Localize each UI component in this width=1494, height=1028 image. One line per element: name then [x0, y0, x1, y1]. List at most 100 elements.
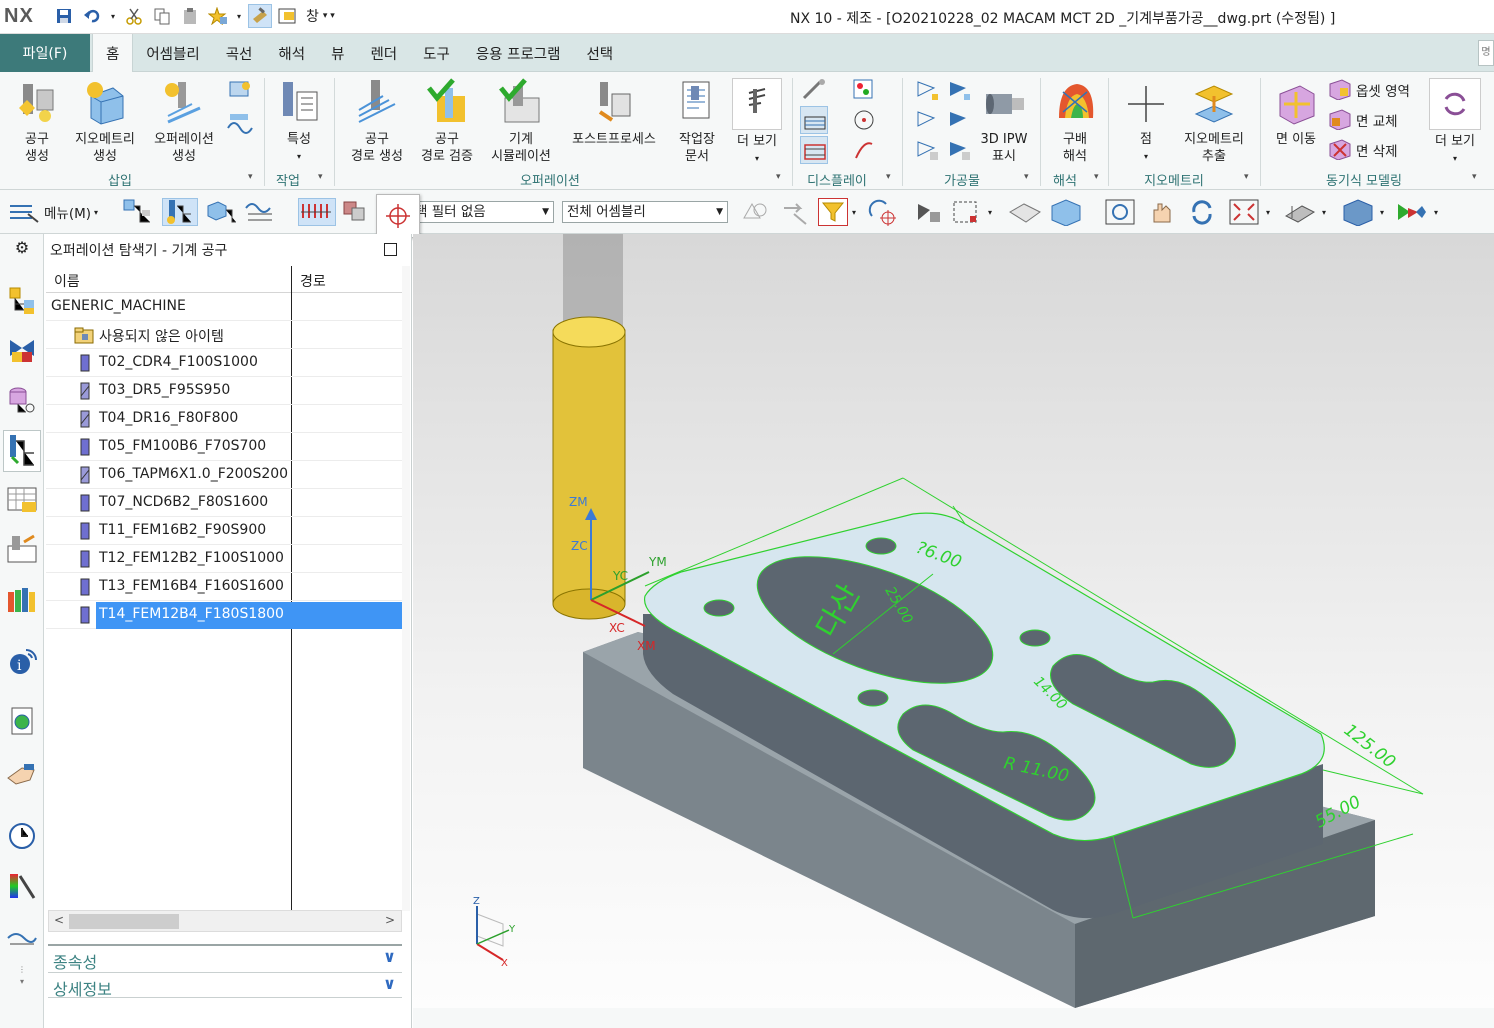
vertical-scrollbar[interactable] — [402, 266, 410, 911]
verify-toolpath-button[interactable]: 공구 경로 검증 — [414, 78, 480, 165]
touch-mode-icon[interactable] — [248, 4, 272, 28]
dependencies-panel[interactable]: 종속성 ∨ — [48, 944, 402, 972]
save-icon[interactable] — [52, 4, 76, 28]
horizontal-scrollbar[interactable]: < > — [48, 910, 402, 932]
column-name-header[interactable]: 이름 — [54, 271, 80, 291]
information-icon[interactable]: i — [6, 646, 38, 678]
cut-icon[interactable] — [122, 4, 146, 28]
navigator-program-view-icon[interactable] — [122, 198, 154, 226]
menu-button[interactable]: 메뉴(M) ▾ — [8, 198, 98, 226]
zoom-icon[interactable] — [1104, 198, 1136, 226]
hole[interactable] — [1019, 629, 1051, 647]
sketch-select-icon[interactable] — [738, 198, 770, 226]
search-command-icon[interactable]: 명 — [1478, 40, 1494, 66]
graphics-window[interactable]: ?6.00 125.00 55.00 R 11.00 14.00 25.00 다… — [413, 234, 1494, 1008]
postprocess-button[interactable]: 포스트프로세스 — [562, 78, 666, 148]
group-launcher-icon[interactable]: ▾ — [1024, 172, 1029, 182]
history-icon[interactable] — [6, 820, 38, 852]
ipw-icon-4[interactable] — [946, 106, 974, 134]
navigator-method-view-icon[interactable] — [244, 198, 276, 226]
palette-icon[interactable] — [6, 870, 38, 902]
tree-row-tool[interactable]: T05_FM100B6_F70S700 — [46, 433, 402, 461]
tab-tools[interactable]: 도구 — [410, 34, 463, 72]
tree-row-tool[interactable]: T07_NCD6B2_F80S1600 — [46, 489, 402, 517]
role-icon[interactable] — [6, 758, 38, 790]
offset-region-label[interactable]: 옵셋 영역 — [1356, 80, 1410, 100]
dropdown-arrow-icon[interactable]: ▾ — [108, 4, 118, 28]
replace-face-icon[interactable] — [1328, 106, 1352, 131]
tree-row-unused[interactable]: 사용되지 않은 아이템 — [46, 321, 402, 349]
display-marker-icon[interactable] — [850, 106, 878, 134]
pan-icon[interactable] — [1146, 198, 1178, 226]
ipw-icon-6[interactable] — [946, 136, 974, 164]
undo-icon[interactable] — [80, 4, 104, 28]
hole[interactable] — [703, 599, 735, 617]
display-option-icon[interactable] — [800, 76, 828, 104]
tree-row-tool[interactable]: T04_DR16_F80F800 — [46, 405, 402, 433]
tab-assembly[interactable]: 어셈블리 — [133, 34, 212, 72]
scroll-right-icon[interactable]: > — [385, 913, 395, 927]
type-filter-combo[interactable]: 택 필터 없음 ▼ — [410, 201, 554, 223]
dropdown-arrow-icon[interactable]: ▾ — [988, 198, 992, 226]
more-button-1[interactable]: 더 보기 ▾ — [728, 78, 786, 167]
model-view[interactable]: ?6.00 125.00 55.00 R 11.00 14.00 25.00 다… — [413, 234, 1494, 1008]
group-launcher-icon[interactable]: ▾ — [1472, 172, 1477, 182]
edit-object-display-icon[interactable] — [1394, 198, 1428, 226]
gradient-analysis-button[interactable]: 구배 해석 — [1046, 78, 1104, 165]
machine-tool-navigator-icon[interactable] — [6, 484, 38, 516]
maximize-icon[interactable] — [384, 243, 397, 256]
delete-face-icon[interactable] — [1328, 136, 1352, 161]
constraint-navigator-icon[interactable] — [6, 334, 38, 366]
system-scenes-icon[interactable] — [6, 920, 38, 952]
group-launcher-icon[interactable]: ▾ — [1244, 172, 1249, 182]
tree-row-tool[interactable]: T06_TAPM6X1.0_F200S200 — [46, 461, 402, 489]
ipw-icon-5[interactable] — [914, 136, 942, 164]
assembly-scope-combo[interactable]: 전체 어셈블리 ▼ — [562, 201, 728, 223]
more-button-2[interactable]: 더 보기 ▾ — [1426, 78, 1484, 167]
group-launcher-icon[interactable]: ▾ — [1094, 172, 1099, 182]
group-launcher-icon[interactable]: ▾ — [248, 172, 253, 182]
dropdown-arrow-icon[interactable]: ▾ — [1322, 198, 1326, 226]
display-path-icon[interactable] — [850, 136, 878, 164]
replace-face-label[interactable]: 면 교체 — [1356, 110, 1398, 130]
web-browser-icon[interactable] — [6, 706, 38, 738]
part-navigator-icon[interactable] — [6, 384, 38, 416]
dropdown-arrow-icon[interactable]: ▾ — [1266, 198, 1270, 226]
dropdown-arrow-icon[interactable]: ▾ — [234, 4, 244, 28]
dropdown-arrow-icon[interactable]: ▾ — [1434, 198, 1438, 226]
feature-button[interactable]: 특성 ▾ — [272, 78, 326, 165]
group-launcher-icon[interactable]: ▾ — [886, 172, 891, 182]
column-path-header[interactable]: 경로 — [300, 271, 326, 291]
group-launcher-icon[interactable]: ▾ — [318, 172, 323, 182]
details-panel[interactable]: 상세정보 ∨ — [48, 972, 402, 999]
display-color-icon[interactable] — [850, 76, 878, 104]
tab-home[interactable]: 홈 — [92, 34, 134, 72]
ipw-display-button[interactable]: 3D IPW 표시 — [976, 78, 1032, 165]
snap-point-icon[interactable] — [866, 198, 898, 226]
offset-region-icon[interactable] — [1328, 76, 1352, 101]
tree-row-tool[interactable]: T03_DR5_F95S950 — [46, 377, 402, 405]
tree-row-tool[interactable]: T11_FEM16B2_F90S900 — [46, 517, 402, 545]
hole[interactable] — [865, 537, 897, 555]
operation-navigator-icon[interactable] — [3, 430, 41, 472]
tree-row-root[interactable]: GENERIC_MACHINE — [46, 293, 402, 321]
tree-row-tool-selected[interactable]: T14_FEM12B4_F180S1800 — [46, 601, 402, 629]
scroll-thumb[interactable] — [69, 914, 179, 929]
reuse-library-icon[interactable] — [6, 584, 38, 616]
tab-analysis[interactable]: 해석 — [265, 34, 318, 72]
copy-icon[interactable] — [150, 4, 174, 28]
extract-geometry-button[interactable]: 지오메트리 추출 — [1176, 78, 1252, 165]
process-navigator-icon[interactable] — [6, 534, 38, 566]
ipw-icon-2[interactable] — [946, 76, 974, 104]
shop-doc-button[interactable]: 작업장 문서 — [670, 78, 724, 165]
rectangle-select-icon[interactable] — [950, 198, 982, 226]
ipw-icon-3[interactable] — [914, 106, 942, 134]
group-launcher-icon[interactable]: ▾ — [776, 172, 781, 182]
cutting-tool[interactable] — [552, 329, 626, 605]
render-style-icon[interactable] — [1340, 198, 1374, 226]
ipw-icon-1[interactable] — [914, 76, 942, 104]
fit-icon[interactable] — [1228, 198, 1260, 226]
generate-toolpath-button[interactable]: 공구 경로 생성 — [342, 78, 412, 165]
selection-filter-icon[interactable] — [818, 198, 848, 226]
create-method-icon[interactable] — [226, 78, 254, 106]
